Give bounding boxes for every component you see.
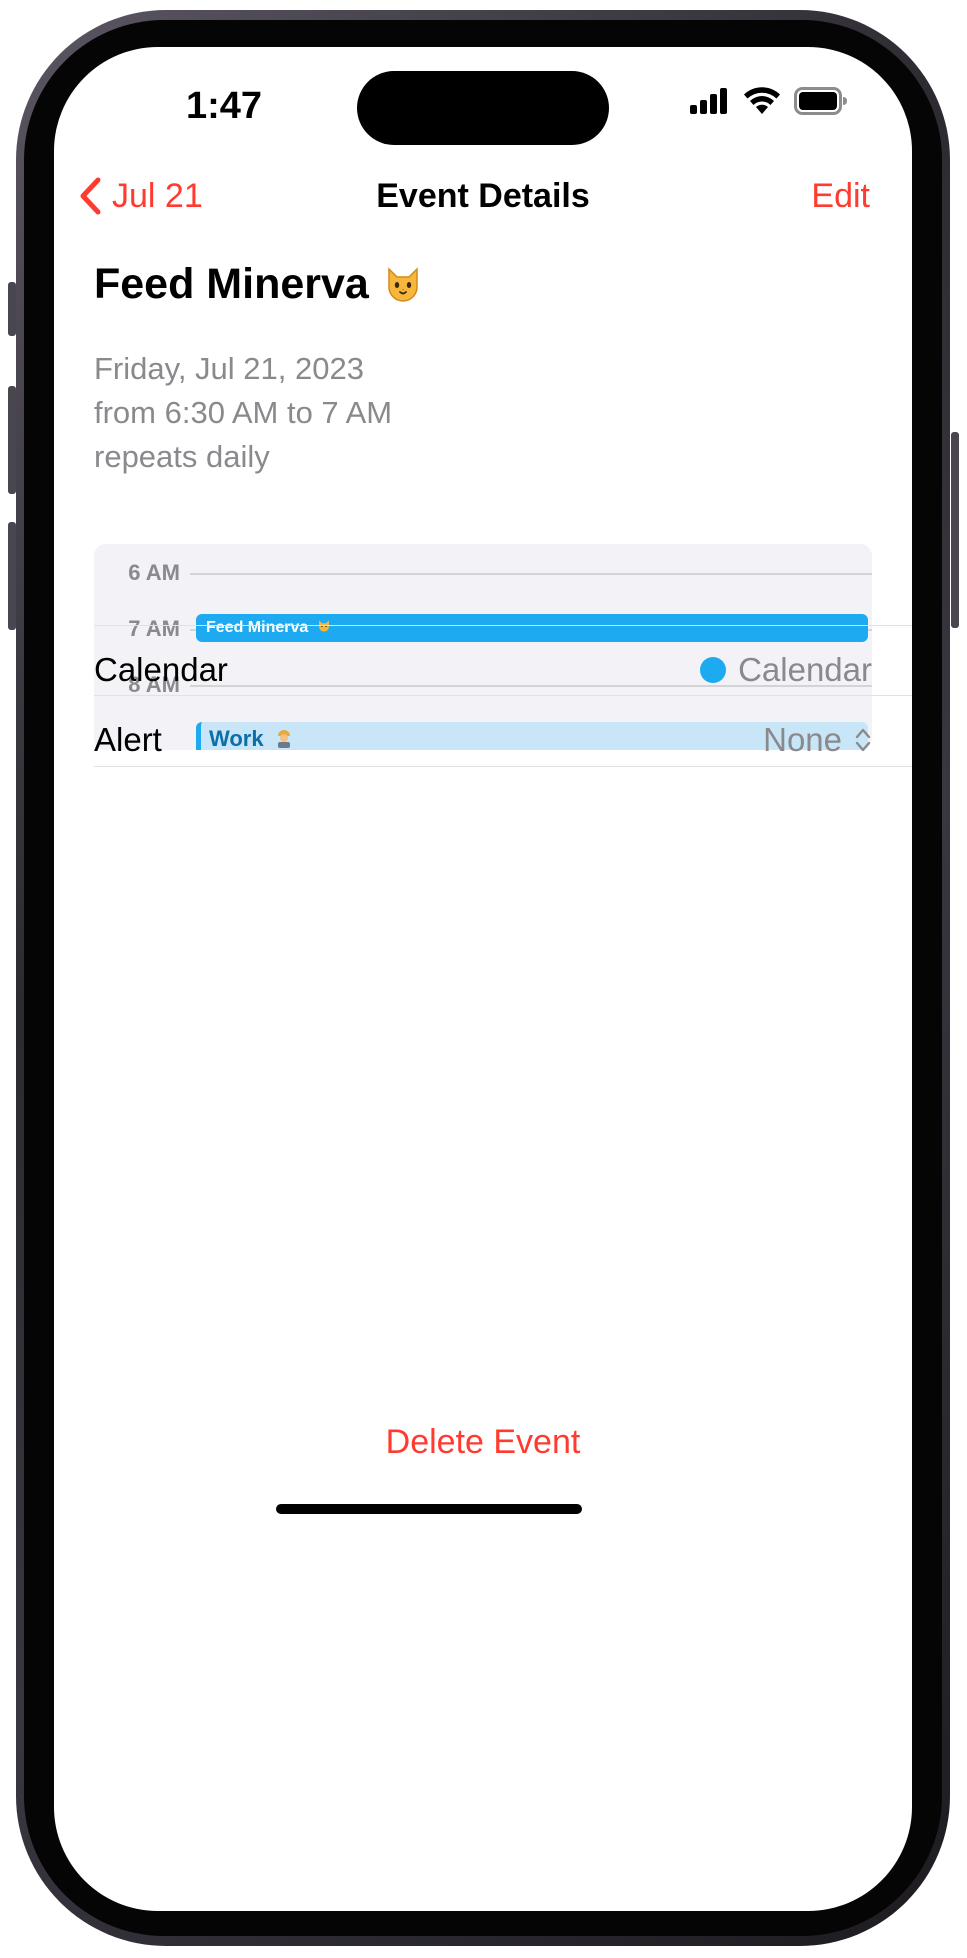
calendar-label: Calendar (94, 650, 228, 688)
back-label: Jul 21 (112, 177, 203, 215)
alert-row[interactable]: Alert None (94, 695, 912, 783)
volume-up-button[interactable] (8, 386, 16, 494)
status-icons (690, 87, 848, 115)
cat-face-icon (388, 266, 418, 302)
calendar-color-dot (700, 656, 727, 683)
back-button[interactable]: Jul 21 (78, 172, 203, 220)
home-indicator (276, 1504, 582, 1514)
delete-event-button[interactable]: Delete Event (54, 1423, 912, 1462)
alert-selected-value: None (763, 720, 842, 758)
event-date: Friday, Jul 21, 2023 (94, 351, 364, 386)
timeline-hour-line (190, 573, 872, 575)
edit-button[interactable]: Edit (811, 172, 870, 220)
screen: 1:47 Jul 21 Event Details Edit Feed Mine… (54, 47, 912, 1911)
dynamic-island (357, 71, 609, 145)
list-divider (94, 766, 912, 767)
cellular-signal-icon (690, 88, 727, 114)
calendar-value: Calendar (700, 651, 872, 689)
timeline-hour-label: 6 AM (128, 560, 180, 585)
battery-icon (794, 87, 847, 115)
event-title-container: Feed Minerva (94, 260, 423, 309)
navigation-bar: Jul 21 Event Details Edit (54, 172, 912, 232)
power-button[interactable] (951, 432, 959, 628)
alert-label: Alert (94, 720, 162, 758)
wifi-icon (744, 87, 780, 114)
event-title: Feed Minerva (94, 260, 369, 308)
volume-down-button[interactable] (8, 522, 16, 630)
event-details: Friday, Jul 21, 2023 from 6:30 AM to 7 A… (94, 347, 392, 479)
chevron-left-icon (80, 177, 101, 215)
action-button[interactable] (8, 282, 16, 336)
status-time: 1:47 (185, 85, 263, 127)
event-time-range: from 6:30 AM to 7 AM (94, 395, 393, 430)
page: 1:47 Jul 21 Event Details Edit Feed Mine… (0, 0, 967, 1958)
alert-value[interactable]: None (763, 721, 872, 759)
chevron-up-down-icon (855, 728, 871, 751)
event-repeat: repeats daily (94, 439, 270, 474)
calendar-name: Calendar (738, 650, 872, 688)
